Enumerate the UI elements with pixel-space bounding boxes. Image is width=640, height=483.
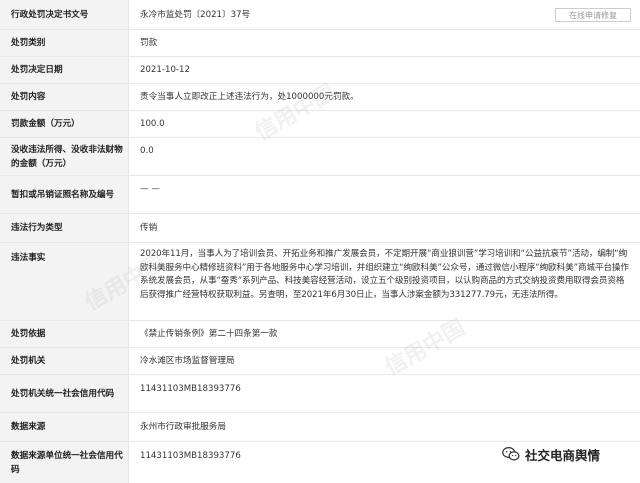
row-decision-number: 行政处罚决定书文号 永冷市监处罚〔2021〕37号 在线申请修复 xyxy=(0,0,640,30)
label-penalty-category: 处罚类别 xyxy=(0,30,129,56)
row-penalty-basis: 处罚依据 《禁止传销条例》第二十四条第一款 xyxy=(0,321,640,348)
label-penalty-basis: 处罚依据 xyxy=(0,321,129,347)
row-penalty-content: 处罚内容 责令当事人立即改正上述违法行为，处1000000元罚款。 xyxy=(0,84,640,111)
row-fine-amount: 罚款金额（万元） 100.0 xyxy=(0,111,640,138)
value-violation-facts: 2020年11月，当事人为了培训会员、开拓业务和推广发展会员，不定期开展“商业狼… xyxy=(140,249,629,300)
value-penalty-authority: 冷水滩区市场监督管理局 xyxy=(140,356,235,366)
row-authority-credit-code: 处罚机关统一社会信用代码 11431103MB18393776 xyxy=(0,375,640,413)
wechat-account-badge: 社交电商舆情 xyxy=(498,443,605,465)
value-penalty-content: 责令当事人立即改正上述违法行为，处1000000元罚款。 xyxy=(140,92,359,102)
value-confiscated-amount: 0.0 xyxy=(140,146,154,156)
value-license-revoked: — — xyxy=(140,184,160,194)
row-penalty-category: 处罚类别 罚款 xyxy=(0,30,640,57)
wechat-account-name: 社交电商舆情 xyxy=(525,447,601,463)
row-data-source: 数据来源 永州市行政审批服务局 xyxy=(0,413,640,442)
row-confiscated-amount: 没收违法所得、没收非法财物的金额（万元） 0.0 xyxy=(0,138,640,176)
label-penalty-authority: 处罚机关 xyxy=(0,348,129,374)
row-decision-date: 处罚决定日期 2021-10-12 xyxy=(0,57,640,84)
value-decision-date: 2021-10-12 xyxy=(140,65,190,75)
wechat-icon xyxy=(502,447,520,461)
label-violation-facts: 违法事实 xyxy=(0,243,129,320)
value-violation-type: 传销 xyxy=(140,223,158,233)
value-fine-amount: 100.0 xyxy=(140,119,165,129)
label-data-source: 数据来源 xyxy=(0,413,129,441)
label-license-revoked: 暂扣或吊销证照名称及编号 xyxy=(0,176,129,213)
row-violation-facts: 违法事实 2020年11月，当事人为了培训会员、开拓业务和推广发展会员，不定期开… xyxy=(0,243,640,321)
row-violation-type: 违法行为类型 传销 xyxy=(0,214,640,243)
label-penalty-content: 处罚内容 xyxy=(0,84,129,110)
label-violation-type: 违法行为类型 xyxy=(0,214,129,242)
label-fine-amount: 罚款金额（万元） xyxy=(0,111,129,137)
online-repair-button[interactable]: 在线申请修复 xyxy=(555,8,631,22)
value-data-source: 永州市行政审批服务局 xyxy=(140,422,226,432)
label-source-credit-code: 数据来源单位统一社会信用代码 xyxy=(0,442,129,483)
row-penalty-authority: 处罚机关 冷水滩区市场监督管理局 xyxy=(0,348,640,375)
label-authority-credit-code: 处罚机关统一社会信用代码 xyxy=(0,375,129,412)
label-confiscated-amount: 没收违法所得、没收非法财物的金额（万元） xyxy=(0,138,129,175)
label-decision-number: 行政处罚决定书文号 xyxy=(0,0,129,29)
value-penalty-basis: 《禁止传销条例》第二十四条第一款 xyxy=(140,329,278,339)
label-decision-date: 处罚决定日期 xyxy=(0,57,129,83)
value-penalty-category: 罚款 xyxy=(140,38,158,48)
value-authority-credit-code: 11431103MB18393776 xyxy=(140,384,241,394)
row-license-revoked: 暂扣或吊销证照名称及编号 — — xyxy=(0,176,640,214)
